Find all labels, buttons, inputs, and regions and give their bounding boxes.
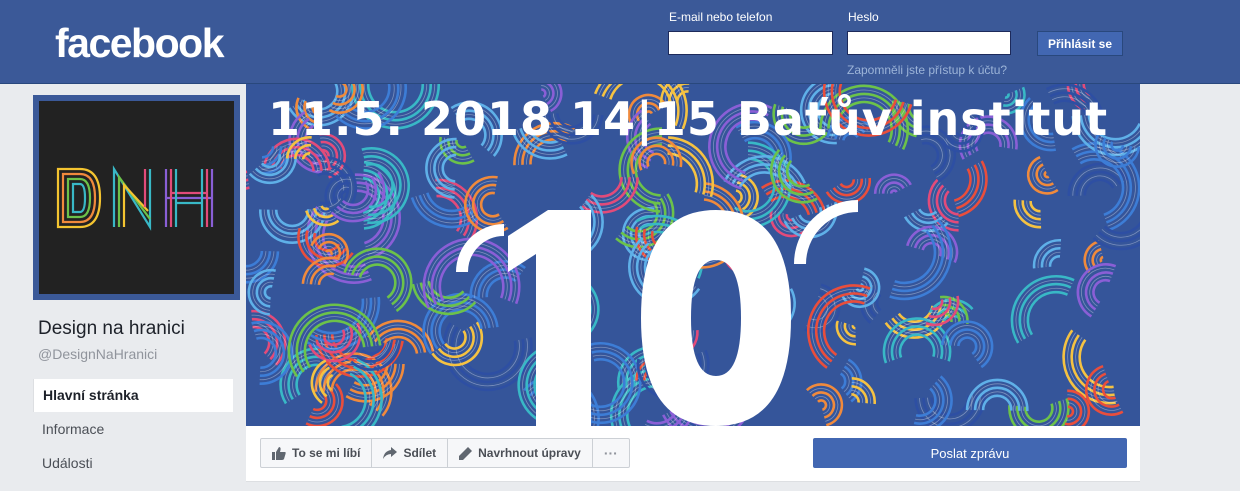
email-label: E-mail nebo telefon (669, 10, 773, 24)
nav-item-about[interactable]: Informace (33, 413, 233, 446)
email-field[interactable] (668, 31, 833, 55)
send-message-button[interactable]: Poslat zprávu (813, 438, 1127, 468)
cover-headline: 11.5. 2018 14|15 Baťův institut (268, 92, 1109, 146)
facebook-logo[interactable]: facebook (55, 20, 225, 67)
page-name: Design na hranici (38, 318, 185, 339)
share-arrow-icon (383, 447, 398, 459)
cover-photo[interactable]: 11.5. 2018 14|15 Baťův institut (246, 84, 1140, 426)
login-button[interactable]: Přihlásit se (1037, 31, 1123, 56)
page-action-bar: To se mi líbí Sdílet Navrhnout úpravy ··… (246, 426, 1140, 482)
action-button-group: To se mi líbí Sdílet Navrhnout úpravy ··… (260, 438, 630, 468)
password-label: Heslo (848, 10, 879, 24)
profile-picture[interactable] (33, 95, 240, 300)
nav-item-events[interactable]: Události (33, 447, 233, 480)
forgot-account-link[interactable]: Zapomněli jste přístup k účtu? (847, 63, 1007, 77)
like-label: To se mi líbí (292, 446, 361, 460)
pencil-icon (459, 446, 473, 460)
like-button[interactable]: To se mi líbí (261, 439, 373, 467)
nav-item-home[interactable]: Hlavní stránka (33, 379, 233, 412)
more-options-button[interactable]: ··· (593, 439, 629, 467)
top-navigation-bar: facebook E-mail nebo telefon Heslo Přihl… (0, 0, 1240, 84)
dnh-logo-icon (56, 164, 213, 231)
profile-picture-image (39, 101, 234, 294)
suggest-edits-button[interactable]: Navrhnout úpravy (448, 439, 593, 467)
suggest-edits-label: Navrhnout úpravy (478, 446, 581, 460)
thumbs-up-icon (272, 446, 286, 460)
page-handle[interactable]: @DesignNaHranici (38, 346, 157, 362)
share-label: Sdílet (403, 446, 437, 460)
share-button[interactable]: Sdílet (372, 439, 449, 467)
password-field[interactable] (847, 31, 1011, 55)
